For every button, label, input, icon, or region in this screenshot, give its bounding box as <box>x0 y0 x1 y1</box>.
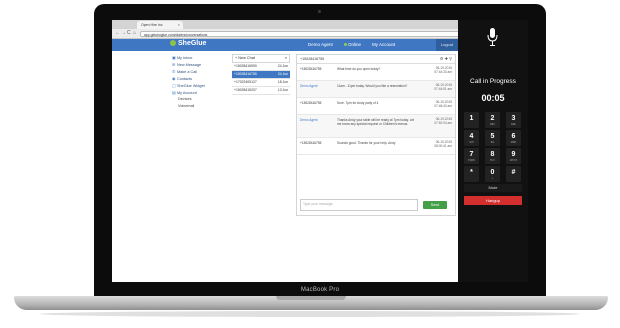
key-0[interactable]: 0 + <box>485 166 500 182</box>
laptop-screen: Open Hire Inc × ← → C ⌂ app.getshoglue.c… <box>112 20 528 282</box>
sidebar: ▣My Inbox ✉ New Message ✆ Make a Call ◉ Con… <box>172 54 228 110</box>
key-9[interactable]: 9 WXYZ <box>506 148 521 164</box>
tab-title: Open Hire Inc <box>141 23 163 27</box>
sidebar-item-inbox[interactable]: ▣My Inbox <box>172 54 228 61</box>
sidebar-item-voicemail[interactable]: Voicemail <box>172 103 228 110</box>
top-navigation: SheGlue Demo Agent Online My Account Log… <box>112 39 458 51</box>
message-row: +15028416755 What time do you open today?… <box>297 64 455 81</box>
send-button[interactable]: Send <box>423 201 447 209</box>
key-4[interactable]: 4 GHI <box>464 130 479 146</box>
home-icon[interactable]: ⌂ <box>133 30 136 36</box>
conversation-list: + New Chat ⌕ +15028416590 24 Jun +15028416… <box>232 54 290 95</box>
tab-close-icon[interactable]: × <box>178 21 180 29</box>
key-8[interactable]: 8 TUV <box>485 148 500 164</box>
message-row: +15028416755 Sure. 7pm for Andy party of … <box>297 98 455 115</box>
conversation-row[interactable]: +15028416590 24 Jun <box>232 63 290 71</box>
mute-button[interactable]: Mute <box>464 184 522 192</box>
microphone-icon <box>487 28 498 46</box>
message-row: Demo Agent Thanks Andy your table will be… <box>297 115 455 138</box>
dialer-panel: Call in Progress 00:05 1 2 ABC 3 DEF 4 GHI … <box>458 20 528 282</box>
message-thread: +15028416755 ⚙ ✚ ⚲ +15028416755 What time … <box>296 54 456 216</box>
hangup-button[interactable]: Hangup <box>464 196 522 205</box>
laptop-shadow <box>40 311 580 317</box>
key-star[interactable]: * <box>464 166 479 182</box>
message-row: +15028416755 Sounds good. Thanks for your… <box>297 138 455 155</box>
laptop-notch <box>276 296 346 300</box>
app-logo[interactable]: SheGlue <box>170 40 206 47</box>
reload-icon[interactable]: C <box>127 30 131 36</box>
key-1[interactable]: 1 <box>464 112 479 128</box>
sidebar-item-devices[interactable]: Devices <box>172 96 228 103</box>
browser-tab[interactable]: Open Hire Inc × <box>137 21 183 29</box>
message-row: Demo Agent 11am - 11pm today. Would you l… <box>297 81 455 98</box>
conversation-row[interactable]: +15028415207 13 Jun <box>232 87 290 95</box>
online-status[interactable]: Online <box>344 42 361 47</box>
call-status: Call in Progress <box>470 78 516 85</box>
agent-name: Demo Agent <box>308 42 333 47</box>
back-icon[interactable]: ← <box>115 30 120 36</box>
camera-icon <box>318 10 321 13</box>
app-window: SheGlue Demo Agent Online My Account Log… <box>112 39 458 282</box>
online-dot-icon <box>344 43 347 46</box>
message-input[interactable]: Type your message <box>300 199 418 211</box>
sidebar-item-account[interactable]: ▤My Account <box>172 89 228 96</box>
my-account-link[interactable]: My Account <box>372 42 395 47</box>
sidebar-item-make-call[interactable]: ✆ Make a Call <box>172 68 228 75</box>
new-chat-button[interactable]: + New Chat ⌕ <box>232 54 290 63</box>
sidebar-item-contacts[interactable]: ◉ Contacts <box>172 75 228 82</box>
key-7[interactable]: 7 PQRS <box>464 148 479 164</box>
key-2[interactable]: 2 ABC <box>485 112 500 128</box>
key-hash[interactable]: # <box>506 166 521 182</box>
logo-icon <box>170 40 176 47</box>
key-6[interactable]: 6 MNO <box>506 130 521 146</box>
sidebar-item-widget[interactable]: ▢SheGlue Widget <box>172 82 228 89</box>
browser-tab-bar: Open Hire Inc × <box>112 20 458 35</box>
laptop-lid: Open Hire Inc × ← → C ⌂ app.getshoglue.c… <box>94 4 546 296</box>
logout-button[interactable]: Logout <box>436 39 458 51</box>
search-icon[interactable]: ⌕ <box>285 55 287 62</box>
thread-header: +15028416755 ⚙ ✚ ⚲ <box>297 55 455 64</box>
laptop-base <box>14 296 608 310</box>
call-timer: 00:05 <box>481 93 505 103</box>
conversation-row[interactable]: +17022405127 18 Jun <box>232 79 290 87</box>
key-5[interactable]: 5 JKL <box>485 130 500 146</box>
url-input[interactable]: app.getshoglue.com/dialers/conversations <box>140 30 480 37</box>
conversation-row-selected[interactable]: +15028416755 24 Jun <box>232 71 290 79</box>
forward-icon[interactable]: → <box>121 30 126 36</box>
sidebar-item-new-message[interactable]: ✉ New Message <box>172 61 228 68</box>
laptop-brand-label: MacBook Pro <box>300 287 340 293</box>
thread-tools-icon[interactable]: ⚙ ✚ ⚲ <box>440 55 452 63</box>
key-3[interactable]: 3 DEF <box>506 112 521 128</box>
